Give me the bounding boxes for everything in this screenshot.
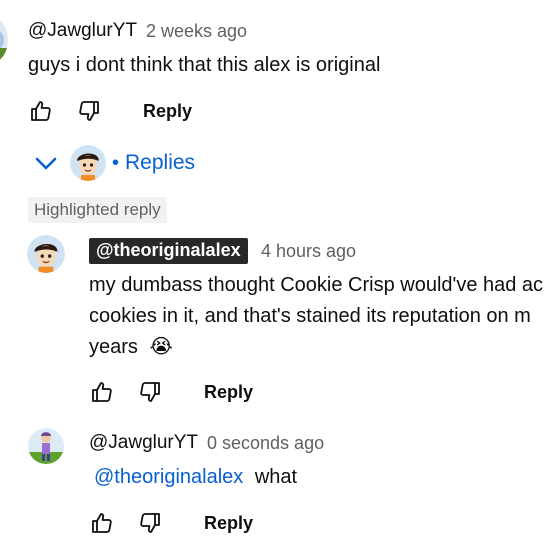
comment-text-line: cookies in it, and that's stained its re… [89, 305, 531, 327]
thumbs-down-icon [140, 513, 160, 533]
like-button[interactable] [89, 510, 115, 536]
dislike-button[interactable] [76, 98, 102, 124]
avatar[interactable] [0, 18, 8, 62]
comment-text: @theoriginalalex what [94, 462, 297, 493]
replies-toggle[interactable]: • Replies [32, 145, 195, 181]
comment-author[interactable]: @JawglurYT [89, 432, 198, 454]
thumbs-down-icon [79, 101, 99, 121]
comment-text-word: years [89, 336, 138, 358]
thumbs-down-icon [140, 382, 160, 402]
dislike-button[interactable] [137, 510, 163, 536]
reply-button[interactable]: Reply [143, 101, 192, 122]
dislike-button[interactable] [137, 379, 163, 405]
avatar[interactable] [27, 235, 65, 273]
reply-button[interactable]: Reply [204, 382, 253, 403]
mention-link[interactable]: @theoriginalalex [94, 466, 243, 488]
avatar[interactable] [28, 428, 64, 464]
comment-timestamp[interactable]: 2 weeks ago [146, 21, 247, 42]
chevron-down-icon [35, 157, 57, 170]
reply-button[interactable]: Reply [204, 513, 253, 534]
replies-label[interactable]: Replies [125, 151, 195, 175]
comment-timestamp[interactable]: 4 hours ago [261, 241, 356, 262]
crying-emoji: 😭 [149, 336, 173, 358]
thumbs-up-icon [92, 382, 112, 402]
creator-author-badge[interactable]: @theoriginalalex [89, 238, 248, 264]
comment-text: guys i dont think that this alex is orig… [28, 54, 381, 76]
highlighted-reply-tag: Highlighted reply [28, 197, 167, 223]
comment-text-line: years 😭 [89, 332, 173, 363]
separator-dot: • [112, 151, 120, 174]
comment-author[interactable]: @JawglurYT [28, 20, 137, 42]
comment-text-word: what [254, 466, 298, 488]
comment-text-line: my dumbass thought Cookie Crisp would've… [89, 274, 544, 296]
creator-avatar [70, 145, 106, 181]
like-button[interactable] [89, 379, 115, 405]
like-button[interactable] [28, 98, 54, 124]
thumbs-up-icon [31, 101, 51, 121]
comment-timestamp[interactable]: 0 seconds ago [207, 433, 324, 454]
thumbs-up-icon [92, 513, 112, 533]
